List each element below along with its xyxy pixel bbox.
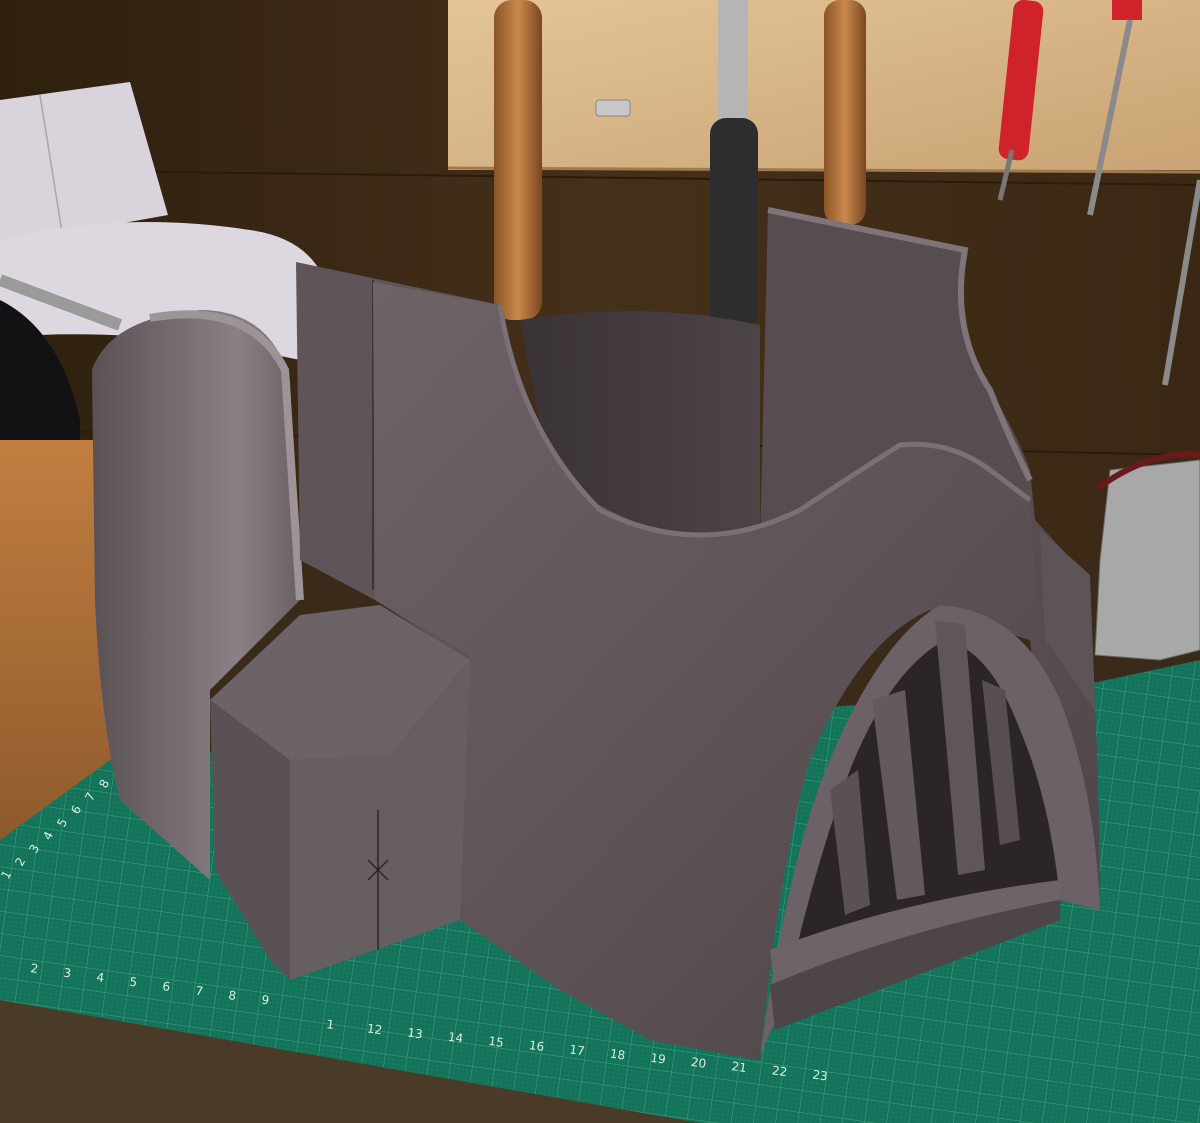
tool-shaft xyxy=(718,0,748,130)
metal-tool xyxy=(1094,459,1200,661)
tool-handle xyxy=(824,0,866,225)
mat-ruler-number: 18 xyxy=(609,1047,626,1063)
mat-ruler-number: 15 xyxy=(488,1034,505,1050)
mat-ruler-number: 17 xyxy=(569,1042,586,1058)
screwdriver-handle xyxy=(1112,0,1142,20)
mat-ruler-number: 12 xyxy=(366,1021,383,1037)
mat-ruler-number: 20 xyxy=(690,1055,707,1071)
mat-ruler-number: 16 xyxy=(528,1038,545,1054)
photo-scene: 1 12 13 14 15 16 17 18 19 20 21 22 23 23456789 12345… xyxy=(0,0,1200,1123)
board-clip xyxy=(595,99,631,117)
mat-ruler-number: 13 xyxy=(407,1026,424,1042)
mat-ruler-number: 21 xyxy=(731,1059,748,1075)
mat-ruler-number: 19 xyxy=(650,1051,667,1067)
mat-ruler-number: 22 xyxy=(771,1063,788,1079)
tool-handle xyxy=(494,0,542,320)
mat-ruler-number: 23 xyxy=(812,1068,829,1084)
mat-ruler-number: 14 xyxy=(447,1030,464,1046)
tool-grip xyxy=(710,118,758,328)
